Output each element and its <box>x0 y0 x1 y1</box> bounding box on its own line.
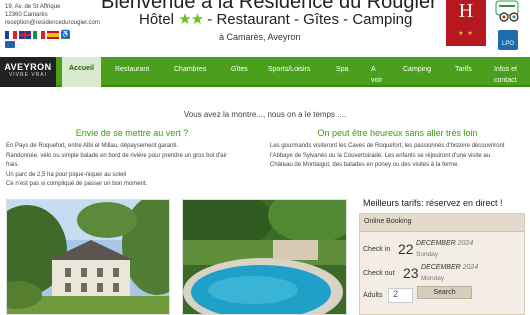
brand-line2: VIVRE VRAI <box>8 72 48 78</box>
checkout-weekday: Monday <box>421 275 445 282</box>
subtitle-services: - Restaurant - Gîtes - Camping <box>207 11 413 28</box>
checkin-year: 2024 <box>457 240 474 247</box>
checkin-weekday: Sunday <box>416 251 439 258</box>
adults-select[interactable]: 2 <box>388 288 413 303</box>
nav-item-sports-loisirs[interactable]: Sports/Loisirs <box>268 66 310 73</box>
checkout-month-year[interactable]: DECEMBER 2024 <box>421 264 478 271</box>
swimming-pool-photo[interactable] <box>182 199 347 315</box>
text-line: Ce n'est pas si compliqué de passer un b… <box>6 181 148 187</box>
nav-label-contact: contact <box>494 77 517 84</box>
subtitle-hotel: Hôtel <box>139 11 175 28</box>
en-flag-icon[interactable] <box>19 31 31 39</box>
hotel-building-photo[interactable] <box>6 199 170 315</box>
right-heading: On peut être heureux sans aller très loi… <box>317 128 478 138</box>
address-block: 19, Av. de St Affrique 12360 Camarès rec… <box>5 3 100 27</box>
booking-header: Online Booking <box>360 214 524 232</box>
nav-item-chambres[interactable]: Chambres <box>174 66 206 73</box>
star-rating-icon: ★★ <box>178 11 204 28</box>
nav-item-accueil[interactable]: Accueil <box>62 57 101 87</box>
booking-tagline: Meilleurs tarifs: réservez en direct ! <box>363 198 503 208</box>
brand-line1: AVEYRON <box>4 62 52 72</box>
nav-item-infos-contact[interactable]: Infos et contact <box>494 66 517 84</box>
checkin-label: Check in <box>363 246 391 253</box>
nav-item-a-voir[interactable]: A voir <box>371 66 382 84</box>
page-subtitle: Hôtel ★★ - Restaurant - Gîtes - Camping <box>139 10 412 28</box>
hotel-classification-logo: H ★ ★ <box>446 0 486 46</box>
header: 19, Av. de St Affrique 12360 Camarès rec… <box>0 0 530 56</box>
left-paragraph: En Pays de Roquefort, entre Albi et Mill… <box>6 142 258 190</box>
text-line: Château de Montaigut, des balades en pon… <box>270 162 460 168</box>
checkout-year: 2024 <box>462 264 479 271</box>
it-flag-icon[interactable] <box>33 31 45 39</box>
tripadvisor-owl-icon[interactable] <box>497 12 521 22</box>
nav-label-voir: voir <box>371 77 383 84</box>
location-text: à Camarès, Aveyron <box>219 32 301 42</box>
right-paragraph: Les gourmands visiteront les Caves de Ro… <box>270 142 528 171</box>
aveyron-logo[interactable]: AVEYRON VIVRE VRAI <box>0 57 56 87</box>
lead-text: Vous avez la montre..., nous on a le tem… <box>183 110 347 119</box>
address-line: 12360 Camarès <box>5 12 48 18</box>
nav-item-gites[interactable]: Gîtes <box>231 66 248 73</box>
nav-label-infos: Infos et <box>494 66 517 73</box>
text-line: Randonnée, vélo ou simple balade en bord… <box>6 152 227 159</box>
checkin-month: DECEMBER <box>416 240 456 247</box>
checkout-month: DECEMBER <box>421 264 461 271</box>
text-line: frais. <box>6 162 20 168</box>
left-heading: Envie de se mettre au vert ? <box>75 128 189 138</box>
fr-flag-icon[interactable] <box>5 31 17 39</box>
lpo-logo: LPO <box>498 30 518 50</box>
nav-item-camping[interactable]: Camping <box>403 66 431 73</box>
nav-item-restaurant[interactable]: Restaurant <box>115 66 149 73</box>
email-link[interactable]: reception@residencedurougier.com <box>5 19 100 27</box>
logo-letter: H <box>458 0 474 22</box>
checkout-day[interactable]: 23 <box>403 265 419 281</box>
checkout-label: Check out <box>363 270 395 277</box>
text-line: l'Abbaye de Sylvanès ou la Couvertoirade… <box>270 152 491 159</box>
label-icon[interactable] <box>5 41 15 48</box>
adults-label: Adults <box>363 292 383 299</box>
nav-item-spa[interactable]: Spa <box>336 66 348 73</box>
nav-item-tarifs[interactable]: Tarifs <box>455 66 472 73</box>
text-line: Un parc de 2,5 ha pour pique-niquer au s… <box>6 171 127 178</box>
checkin-month-year[interactable]: DECEMBER 2024 <box>416 240 473 247</box>
address-line: 19, Av. de St Affrique <box>5 4 61 10</box>
logo-stars: ★ ★ <box>458 31 474 37</box>
checkin-day[interactable]: 22 <box>398 241 414 257</box>
accessibility-icon[interactable]: ♿ <box>61 31 70 39</box>
text-line: En Pays de Roquefort, entre Albi et Mill… <box>6 143 179 149</box>
es-flag-icon[interactable] <box>47 31 59 39</box>
search-button[interactable]: Search <box>417 286 472 299</box>
text-line: Les gourmands visiteront les Caves de Ro… <box>270 143 505 149</box>
nav-label-a: A <box>371 66 376 73</box>
language-selector: ♿ <box>5 31 70 39</box>
